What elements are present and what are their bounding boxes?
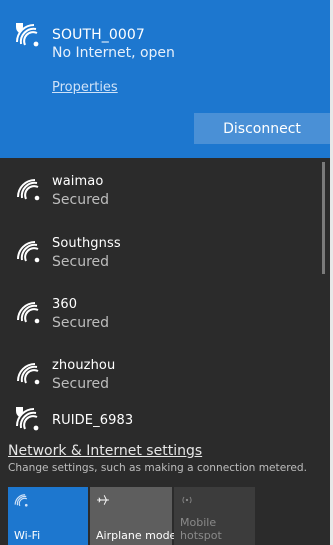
wifi-icon xyxy=(14,493,28,510)
wifi-icon xyxy=(16,177,40,205)
network-item-southgnss[interactable]: Southgnss Secured xyxy=(0,224,318,282)
wifi-toggle-tile[interactable]: Wi-Fi xyxy=(8,487,88,545)
network-name: 360 xyxy=(52,297,78,312)
network-item-360[interactable]: 360 Secured xyxy=(0,285,318,343)
network-settings-link[interactable]: Network & Internet settings xyxy=(8,443,202,459)
network-name: RUIDE_6983 xyxy=(52,413,134,428)
connected-network[interactable]: SOUTH_0007 No Internet, open Properties … xyxy=(0,0,330,158)
disconnect-button[interactable]: Disconnect xyxy=(194,113,330,144)
mobile-hotspot-tile[interactable]: Mobile hotspot xyxy=(174,487,255,545)
scrollbar-thumb[interactable] xyxy=(322,162,325,274)
network-name: zhouzhou xyxy=(52,358,116,373)
network-status: Secured xyxy=(52,376,110,392)
network-settings-description: Change settings, such as making a connec… xyxy=(8,462,307,474)
network-flyout: SOUTH_0007 No Internet, open Properties … xyxy=(0,0,333,545)
wifi-icon xyxy=(16,239,40,267)
hotspot-label-line1: Mobile xyxy=(180,516,217,529)
network-list-scrollbar[interactable] xyxy=(318,158,330,448)
airplane-icon xyxy=(96,493,110,510)
properties-link[interactable]: Properties xyxy=(52,80,118,95)
network-name: Southgnss xyxy=(52,236,121,251)
airplane-mode-tile[interactable]: Airplane mode xyxy=(90,487,176,545)
wifi-warning-icon xyxy=(14,406,40,436)
hotspot-icon xyxy=(180,493,194,510)
connected-network-status: No Internet, open xyxy=(52,45,175,61)
network-item-ruide[interactable]: RUIDE_6983 xyxy=(0,400,318,440)
wifi-tile-label: Wi-Fi xyxy=(14,529,41,542)
network-item-waimao[interactable]: waimao Secured xyxy=(0,162,318,220)
network-status: Secured xyxy=(52,315,110,331)
wifi-warning-icon xyxy=(14,22,40,52)
connected-network-name: SOUTH_0007 xyxy=(52,27,145,43)
hotspot-tile-label: Mobile hotspot xyxy=(180,516,222,542)
network-status: Secured xyxy=(52,192,110,208)
wifi-icon xyxy=(16,361,40,389)
airplane-tile-label: Airplane mode xyxy=(96,529,177,542)
network-status: Secured xyxy=(52,254,110,270)
wifi-icon xyxy=(16,300,40,328)
network-name: waimao xyxy=(52,174,104,189)
hotspot-label-line2: hotspot xyxy=(180,529,222,542)
network-item-zhouzhou[interactable]: zhouzhou Secured xyxy=(0,346,318,404)
